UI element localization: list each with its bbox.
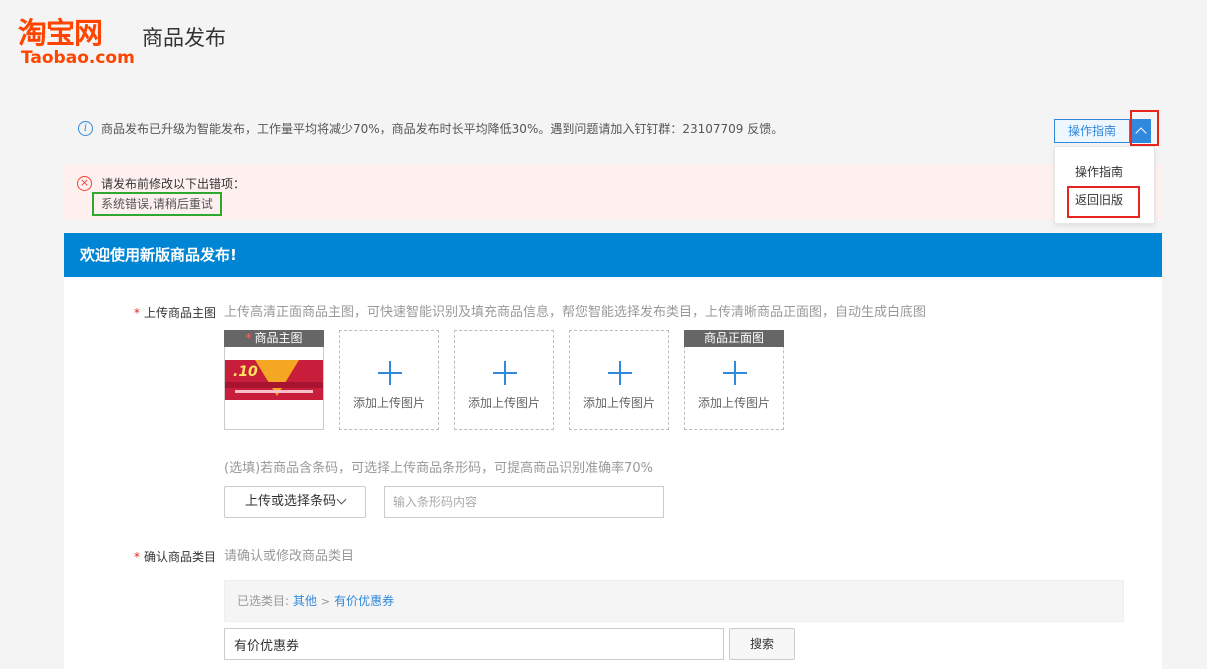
required-mark: * <box>134 306 140 320</box>
upload-slot-4[interactable]: 添加上传图片 <box>569 330 669 430</box>
menu-item-old-version[interactable]: 返回旧版 <box>1075 192 1123 208</box>
logo-text-en: Taobao.com <box>21 48 135 68</box>
taobao-logo[interactable]: 淘宝网 Taobao.com <box>18 16 135 68</box>
panel-header: 欢迎使用新版商品发布! <box>64 233 1162 277</box>
error-title: 请发布前修改以下出错项： <box>101 177 246 191</box>
slot-title: 商品正面图 <box>684 330 784 347</box>
logo-text-cn: 淘宝网 <box>18 16 103 50</box>
required-mark: * <box>245 331 252 345</box>
menu-item-guide[interactable]: 操作指南 <box>1075 164 1123 180</box>
breadcrumb-separator: > <box>320 595 331 608</box>
selected-category-path: 已选类目: 其他 > 有价优惠券 <box>224 580 1124 622</box>
plus-icon <box>493 361 517 385</box>
main-image-label-text: 上传商品主图 <box>144 306 217 320</box>
category-search-input[interactable] <box>224 628 724 660</box>
add-image-label: 添加上传图片 <box>352 396 425 410</box>
info-icon: i <box>78 120 93 136</box>
plus-icon <box>608 361 632 385</box>
add-image-label: 添加上传图片 <box>467 396 540 410</box>
error-circle-icon: × <box>77 176 92 191</box>
plus-icon <box>378 361 402 385</box>
notice-text: 商品发布已升级为智能发布，工作量平均将减少70%，商品发布时长平均降低30%。遇… <box>101 121 784 136</box>
chevron-down-icon <box>336 494 347 505</box>
thumbnail-number: .10 <box>233 364 258 380</box>
category-path-prefix: 已选类目: <box>237 594 290 608</box>
category-search-button[interactable]: 搜索 <box>729 628 795 660</box>
slot-title-text: 商品主图 <box>254 331 303 345</box>
upgrade-notice: i 商品发布已升级为智能发布，工作量平均将减少70%，商品发布时长平均降低30%… <box>78 119 783 137</box>
category-label: * 确认商品类目 <box>134 549 216 565</box>
page-title: 商品发布 <box>142 26 226 50</box>
category-link-other[interactable]: 其他 <box>293 594 317 608</box>
thumbnail-graphic <box>235 390 313 393</box>
product-thumbnail[interactable]: .10 <box>225 360 323 400</box>
upload-slot-3[interactable]: 添加上传图片 <box>454 330 554 430</box>
guide-dropdown-toggle[interactable] <box>1131 119 1151 143</box>
upload-slot-2[interactable]: 添加上传图片 <box>339 330 439 430</box>
publish-panel: 欢迎使用新版商品发布! * 上传商品主图 上传高清正面商品主图，可快速智能识别及填… <box>64 233 1162 669</box>
slot-title: * 商品主图 <box>224 330 324 347</box>
main-image-hint: 上传高清正面商品主图，可快速智能识别及填充商品信息，帮您智能选择发布类目，上传清… <box>224 305 927 320</box>
add-image-label: 添加上传图片 <box>582 396 655 410</box>
barcode-input[interactable] <box>384 486 664 518</box>
barcode-select-label: 上传或选择条码 <box>245 494 337 509</box>
error-alert: × 请发布前修改以下出错项： 系统错误,请稍后重试 <box>64 164 1162 220</box>
barcode-select-button[interactable]: 上传或选择条码 <box>224 486 366 518</box>
barcode-hint: (选填)若商品含条码，可选择上传商品条形码，可提高商品识别准确率70% <box>224 461 654 476</box>
guide-dropdown-menu: 操作指南 返回旧版 <box>1054 146 1155 224</box>
required-mark: * <box>134 550 140 564</box>
upload-slot-front[interactable]: 商品正面图 添加上传图片 <box>684 330 784 430</box>
error-detail: 系统错误,请稍后重试 <box>92 192 222 216</box>
upload-slot-main[interactable]: * 商品主图 .10 <box>224 330 324 430</box>
category-link-coupon[interactable]: 有价优惠券 <box>334 594 394 608</box>
add-image-label: 添加上传图片 <box>697 396 770 410</box>
category-label-text: 确认商品类目 <box>144 550 217 564</box>
category-hint: 请确认或修改商品类目 <box>224 549 355 564</box>
main-image-label: * 上传商品主图 <box>134 305 216 321</box>
plus-icon <box>723 361 747 385</box>
thumbnail-graphic <box>225 382 323 388</box>
guide-button[interactable]: 操作指南 <box>1054 119 1130 143</box>
